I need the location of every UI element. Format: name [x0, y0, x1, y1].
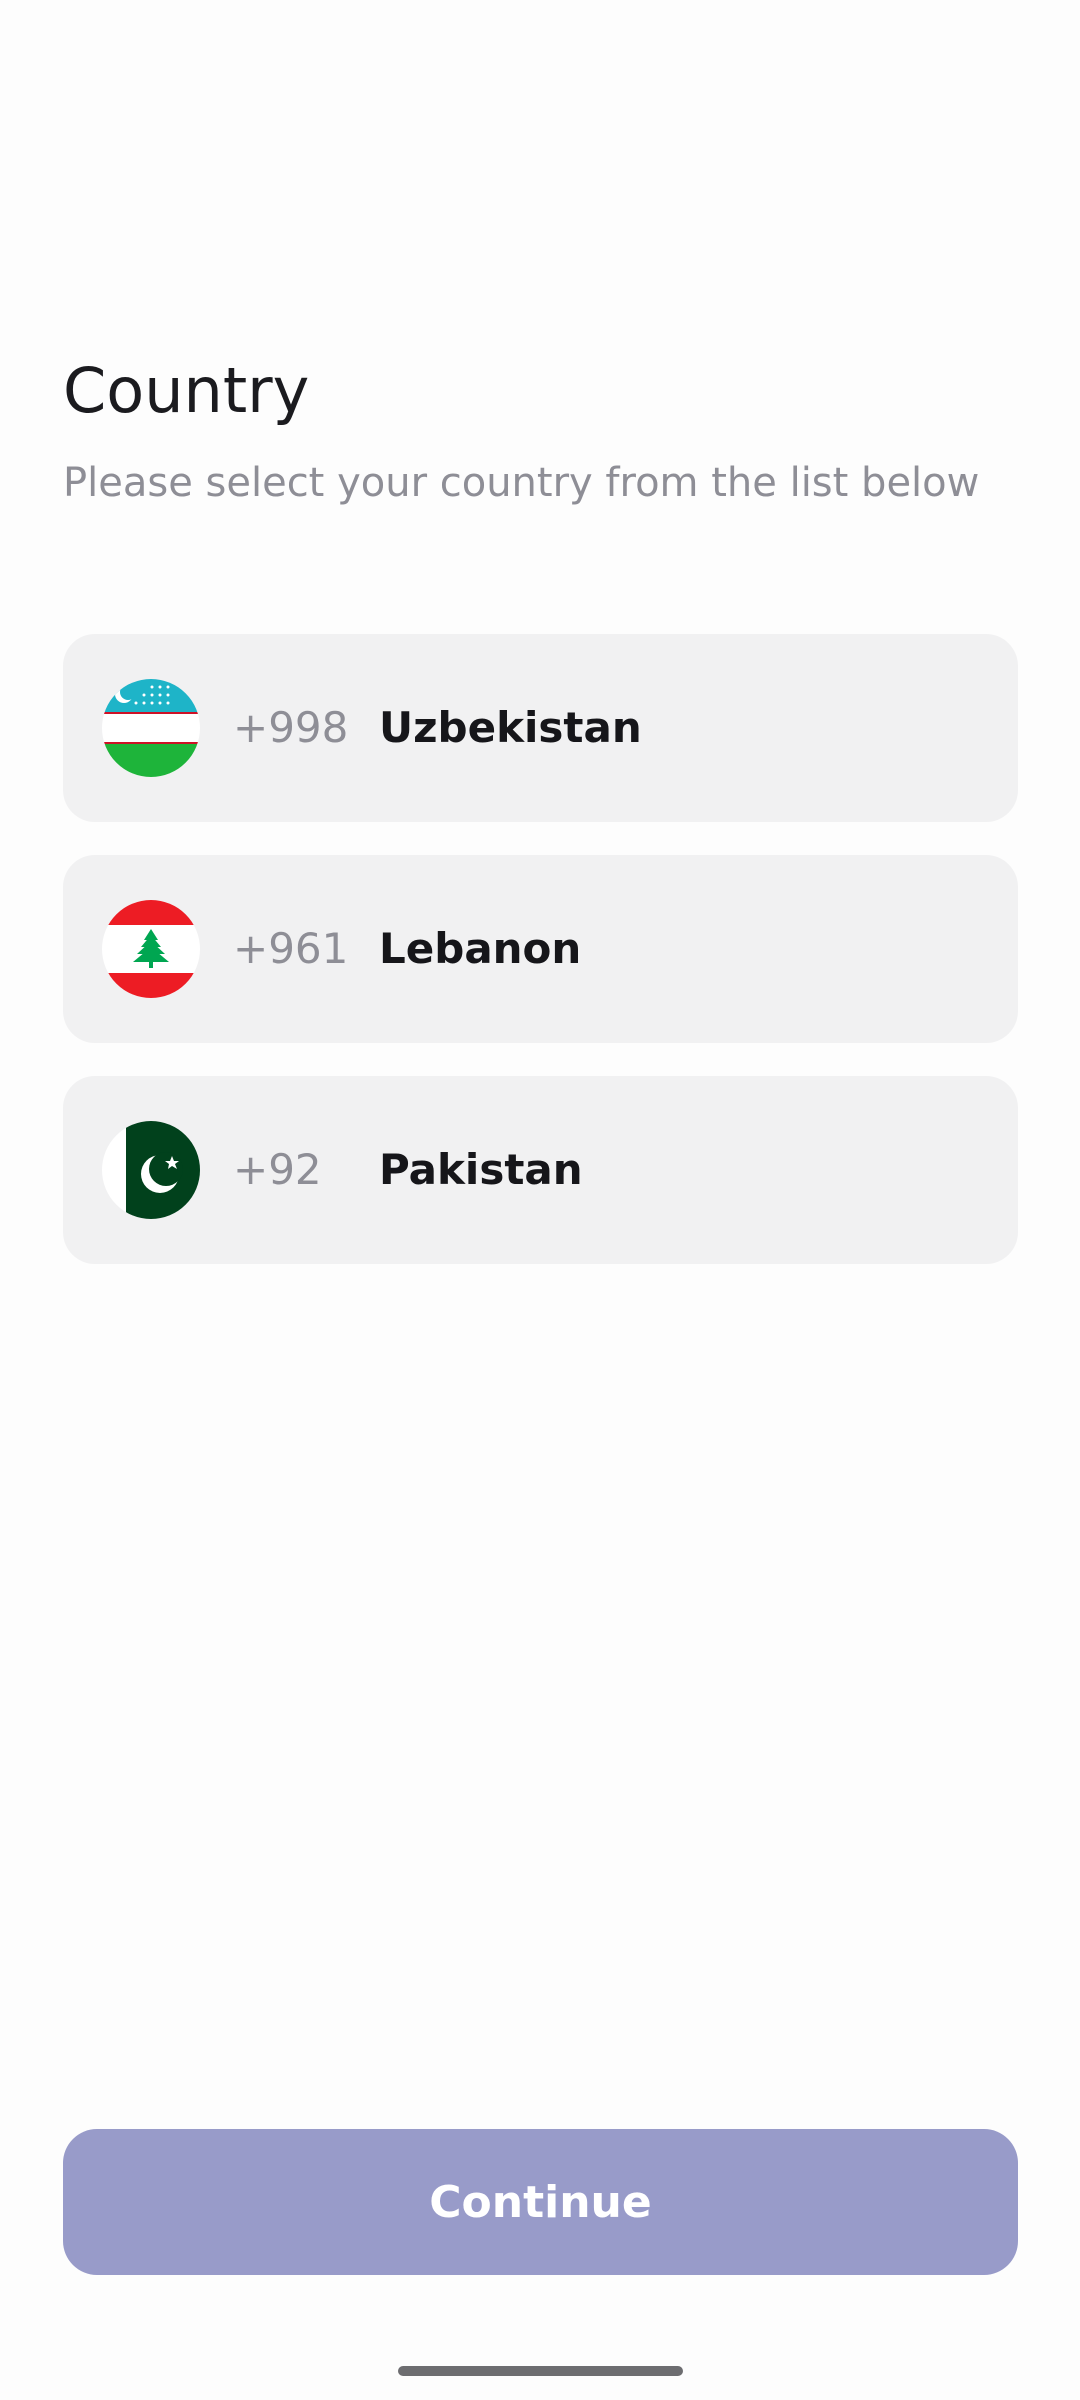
home-indicator[interactable] — [398, 2366, 683, 2376]
dial-code: +92 — [233, 1145, 322, 1194]
country-name: Uzbekistan — [379, 703, 642, 752]
country-row-lebanon[interactable]: +961 Lebanon — [63, 855, 1018, 1043]
country-list: +998 Uzbekistan +961 Lebanon +92 Pakista… — [63, 634, 1018, 1297]
country-row-uzbekistan[interactable]: +998 Uzbekistan — [63, 634, 1018, 822]
country-row-pakistan[interactable]: +92 Pakistan — [63, 1076, 1018, 1264]
pakistan-flag-icon — [102, 1121, 200, 1219]
lebanon-flag-icon — [102, 900, 200, 998]
dial-code: +961 — [233, 924, 349, 973]
page-title: Country — [63, 353, 310, 427]
country-name: Pakistan — [379, 1145, 583, 1194]
dial-code: +998 — [233, 703, 349, 752]
continue-button[interactable]: Continue — [63, 2129, 1018, 2275]
page-subtitle: Please select your country from the list… — [63, 460, 980, 506]
uzbekistan-flag-icon — [102, 679, 200, 777]
country-name: Lebanon — [379, 924, 582, 973]
